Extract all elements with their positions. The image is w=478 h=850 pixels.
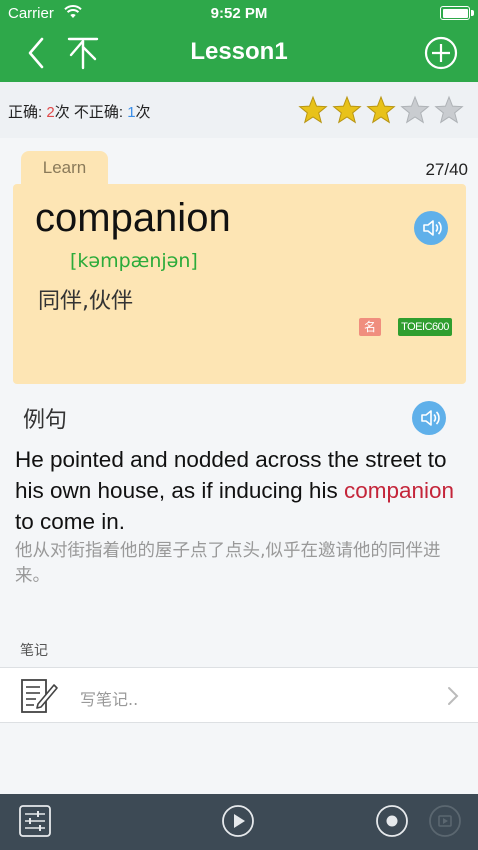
star-rating[interactable] xyxy=(297,94,465,126)
notes-label: 笔记 xyxy=(20,643,48,659)
status-time: 9:52 PM xyxy=(210,5,268,22)
correct-label: 正确: xyxy=(8,104,47,121)
star-empty-icon[interactable] xyxy=(399,94,431,126)
word-text: companion xyxy=(35,196,231,240)
tab-learn[interactable]: Learn xyxy=(21,151,108,187)
star-filled-icon[interactable] xyxy=(331,94,363,126)
status-bar: Carrier 9:52 PM xyxy=(0,0,478,26)
star-filled-icon[interactable] xyxy=(297,94,329,126)
playback-button[interactable] xyxy=(428,804,462,843)
level-tag: TOEIC600 xyxy=(398,318,452,336)
record-icon xyxy=(376,805,408,837)
progress-counter: 27/40 xyxy=(425,160,468,179)
star-filled-icon[interactable] xyxy=(365,94,397,126)
example-speaker-button[interactable] xyxy=(412,401,446,435)
example-en-highlight: companion xyxy=(343,478,455,503)
speaker-icon xyxy=(421,410,440,426)
word-phonetic: [kəmpænjən] xyxy=(70,250,198,272)
star-empty-icon[interactable] xyxy=(433,94,465,126)
note-edit-icon xyxy=(20,677,60,715)
play-button[interactable] xyxy=(221,804,255,843)
record-button[interactable] xyxy=(375,804,409,843)
plus-circle-icon xyxy=(424,36,458,70)
answer-stats: 正确: 2次 不正确: 1次 xyxy=(8,101,151,122)
example-sentence-zh: 他从对街指着他的屋子点了点头,似乎在邀请他的同伴进来。 xyxy=(15,541,441,586)
correct-unit: 次 xyxy=(54,104,74,121)
sliders-icon xyxy=(19,805,51,837)
incorrect-count: 1 xyxy=(127,104,136,121)
page-title: Lesson1 xyxy=(190,38,288,65)
bottom-toolbar xyxy=(0,794,478,850)
navigation-bar: Carrier 9:52 PM Lesson1 xyxy=(0,0,478,82)
word-meaning: 同伴,伙伴 xyxy=(38,289,133,314)
battery-icon xyxy=(440,6,474,20)
example-title: 例句 xyxy=(23,408,68,433)
settings-button[interactable] xyxy=(18,804,52,843)
example-en-after: to come in. xyxy=(15,509,126,534)
pos-tag: 名 xyxy=(359,318,381,336)
incorrect-unit: 次 xyxy=(135,104,151,121)
example-sentence-en: He pointed and nodded across the street … xyxy=(15,444,467,537)
speaker-icon xyxy=(423,220,442,236)
notes-placeholder: 写笔记.. xyxy=(80,690,139,709)
play-icon xyxy=(222,805,254,837)
chevron-right-icon xyxy=(446,685,460,707)
word-speaker-button[interactable] xyxy=(414,211,448,245)
notes-row[interactable]: 写笔记.. xyxy=(0,667,478,723)
playback-icon xyxy=(429,805,461,837)
incorrect-label: 不正确: xyxy=(73,104,128,121)
correct-count: 2 xyxy=(46,104,55,121)
add-button[interactable] xyxy=(424,36,458,70)
